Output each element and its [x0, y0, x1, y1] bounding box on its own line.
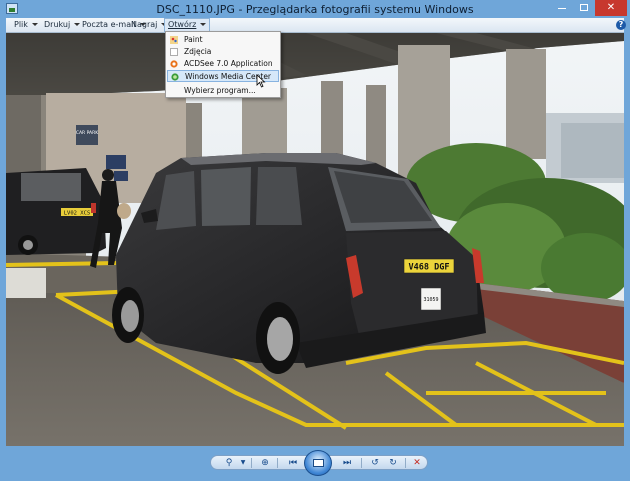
background-taxi: LV02 XCS	[6, 168, 106, 255]
car-park-sign-text: CAR PARK	[76, 130, 99, 136]
window-title: DSC_1110.JPG - Przeglądarka fotografii s…	[156, 3, 474, 16]
menu-print[interactable]: Drukuj	[44, 19, 81, 31]
help-icon[interactable]: ?	[616, 20, 626, 30]
title-bar[interactable]: DSC_1110.JPG - Przeglądarka fotografii s…	[0, 0, 630, 18]
next-icon: ⏭	[342, 458, 352, 468]
photo-canvas[interactable]: CAR PARK LV02 XCS V468 DGF 31059	[6, 33, 624, 446]
mouse-cursor-icon	[256, 74, 266, 88]
previous-icon: ⏮	[288, 458, 298, 468]
menu-file-label: Plik	[14, 20, 28, 29]
close-icon: ✕	[606, 2, 616, 13]
background-taxi-plate: LV02 XCS	[64, 211, 91, 217]
menu-item-photos[interactable]: Zdjęcia	[167, 46, 279, 58]
taxi-plate-text: V468 DGF	[409, 263, 450, 273]
rotate-right-icon: ↻	[389, 458, 397, 468]
menu-item-acdsee-label: ACDSee 7.0 Application	[184, 59, 273, 68]
menu-print-label: Drukuj	[44, 20, 71, 29]
rotate-left-button[interactable]: ↺	[367, 457, 383, 469]
menu-item-choose-program-label: Wybierz program...	[184, 86, 256, 95]
menu-email-label: Poczta e-mail	[82, 20, 136, 29]
chevron-down-icon: ▼	[240, 459, 246, 466]
minimize-button[interactable]	[551, 0, 573, 16]
chevron-down-icon	[31, 23, 38, 26]
slideshow-icon	[313, 459, 324, 467]
rotate-left-icon: ↺	[371, 458, 379, 468]
taxi-photo: CAR PARK LV02 XCS V468 DGF 31059	[6, 33, 624, 446]
zoom-icon: ⚲	[225, 458, 233, 468]
fit-to-window-button[interactable]: ⊕	[257, 457, 273, 469]
toolbar-separator	[277, 458, 278, 468]
close-button[interactable]: ✕	[595, 0, 627, 16]
toolbar-separator	[251, 458, 252, 468]
photos-icon	[170, 48, 178, 56]
menu-file[interactable]: Plik	[14, 19, 38, 31]
menu-open[interactable]: Otwórz	[164, 18, 211, 32]
rotate-right-button[interactable]: ↻	[385, 457, 401, 469]
zoom-dropdown-button[interactable]: ▼	[235, 457, 251, 469]
chevron-down-icon	[200, 23, 207, 26]
photo-viewer-window: DSC_1110.JPG - Przeglądarka fotografii s…	[0, 0, 630, 481]
paint-icon	[170, 36, 178, 44]
delete-icon: ✕	[413, 458, 421, 468]
delete-button[interactable]: ✕	[409, 457, 425, 469]
menu-burn[interactable]: Nagraj	[131, 19, 168, 31]
slideshow-button[interactable]	[304, 450, 332, 476]
maximize-button[interactable]	[573, 0, 595, 16]
toolbar-separator	[361, 458, 362, 468]
menu-item-paint[interactable]: Paint	[167, 34, 279, 46]
menu-burn-label: Nagraj	[131, 20, 158, 29]
previous-button[interactable]: ⏮	[285, 457, 301, 469]
bottom-toolbar: ⚲ ▼ ⊕ ⏮ ⏭ ↺ ↻ ✕	[6, 446, 624, 479]
acdsee-icon	[170, 60, 178, 68]
menu-bar: Plik Drukuj Poczta e-mail Nagraj Otwórz …	[6, 18, 626, 33]
minimize-icon	[558, 8, 566, 9]
chevron-down-icon	[74, 23, 81, 26]
menu-item-paint-label: Paint	[184, 35, 203, 44]
menu-open-label: Otwórz	[168, 20, 197, 29]
next-button[interactable]: ⏭	[339, 457, 355, 469]
fit-icon: ⊕	[261, 458, 269, 468]
maximize-icon	[580, 4, 588, 11]
taxi-number-plate: 31059	[423, 297, 438, 303]
menu-item-photos-label: Zdjęcia	[184, 47, 212, 56]
menu-item-acdsee[interactable]: ACDSee 7.0 Application	[167, 58, 279, 70]
toolbar-separator	[405, 458, 406, 468]
media-center-icon	[171, 73, 179, 81]
